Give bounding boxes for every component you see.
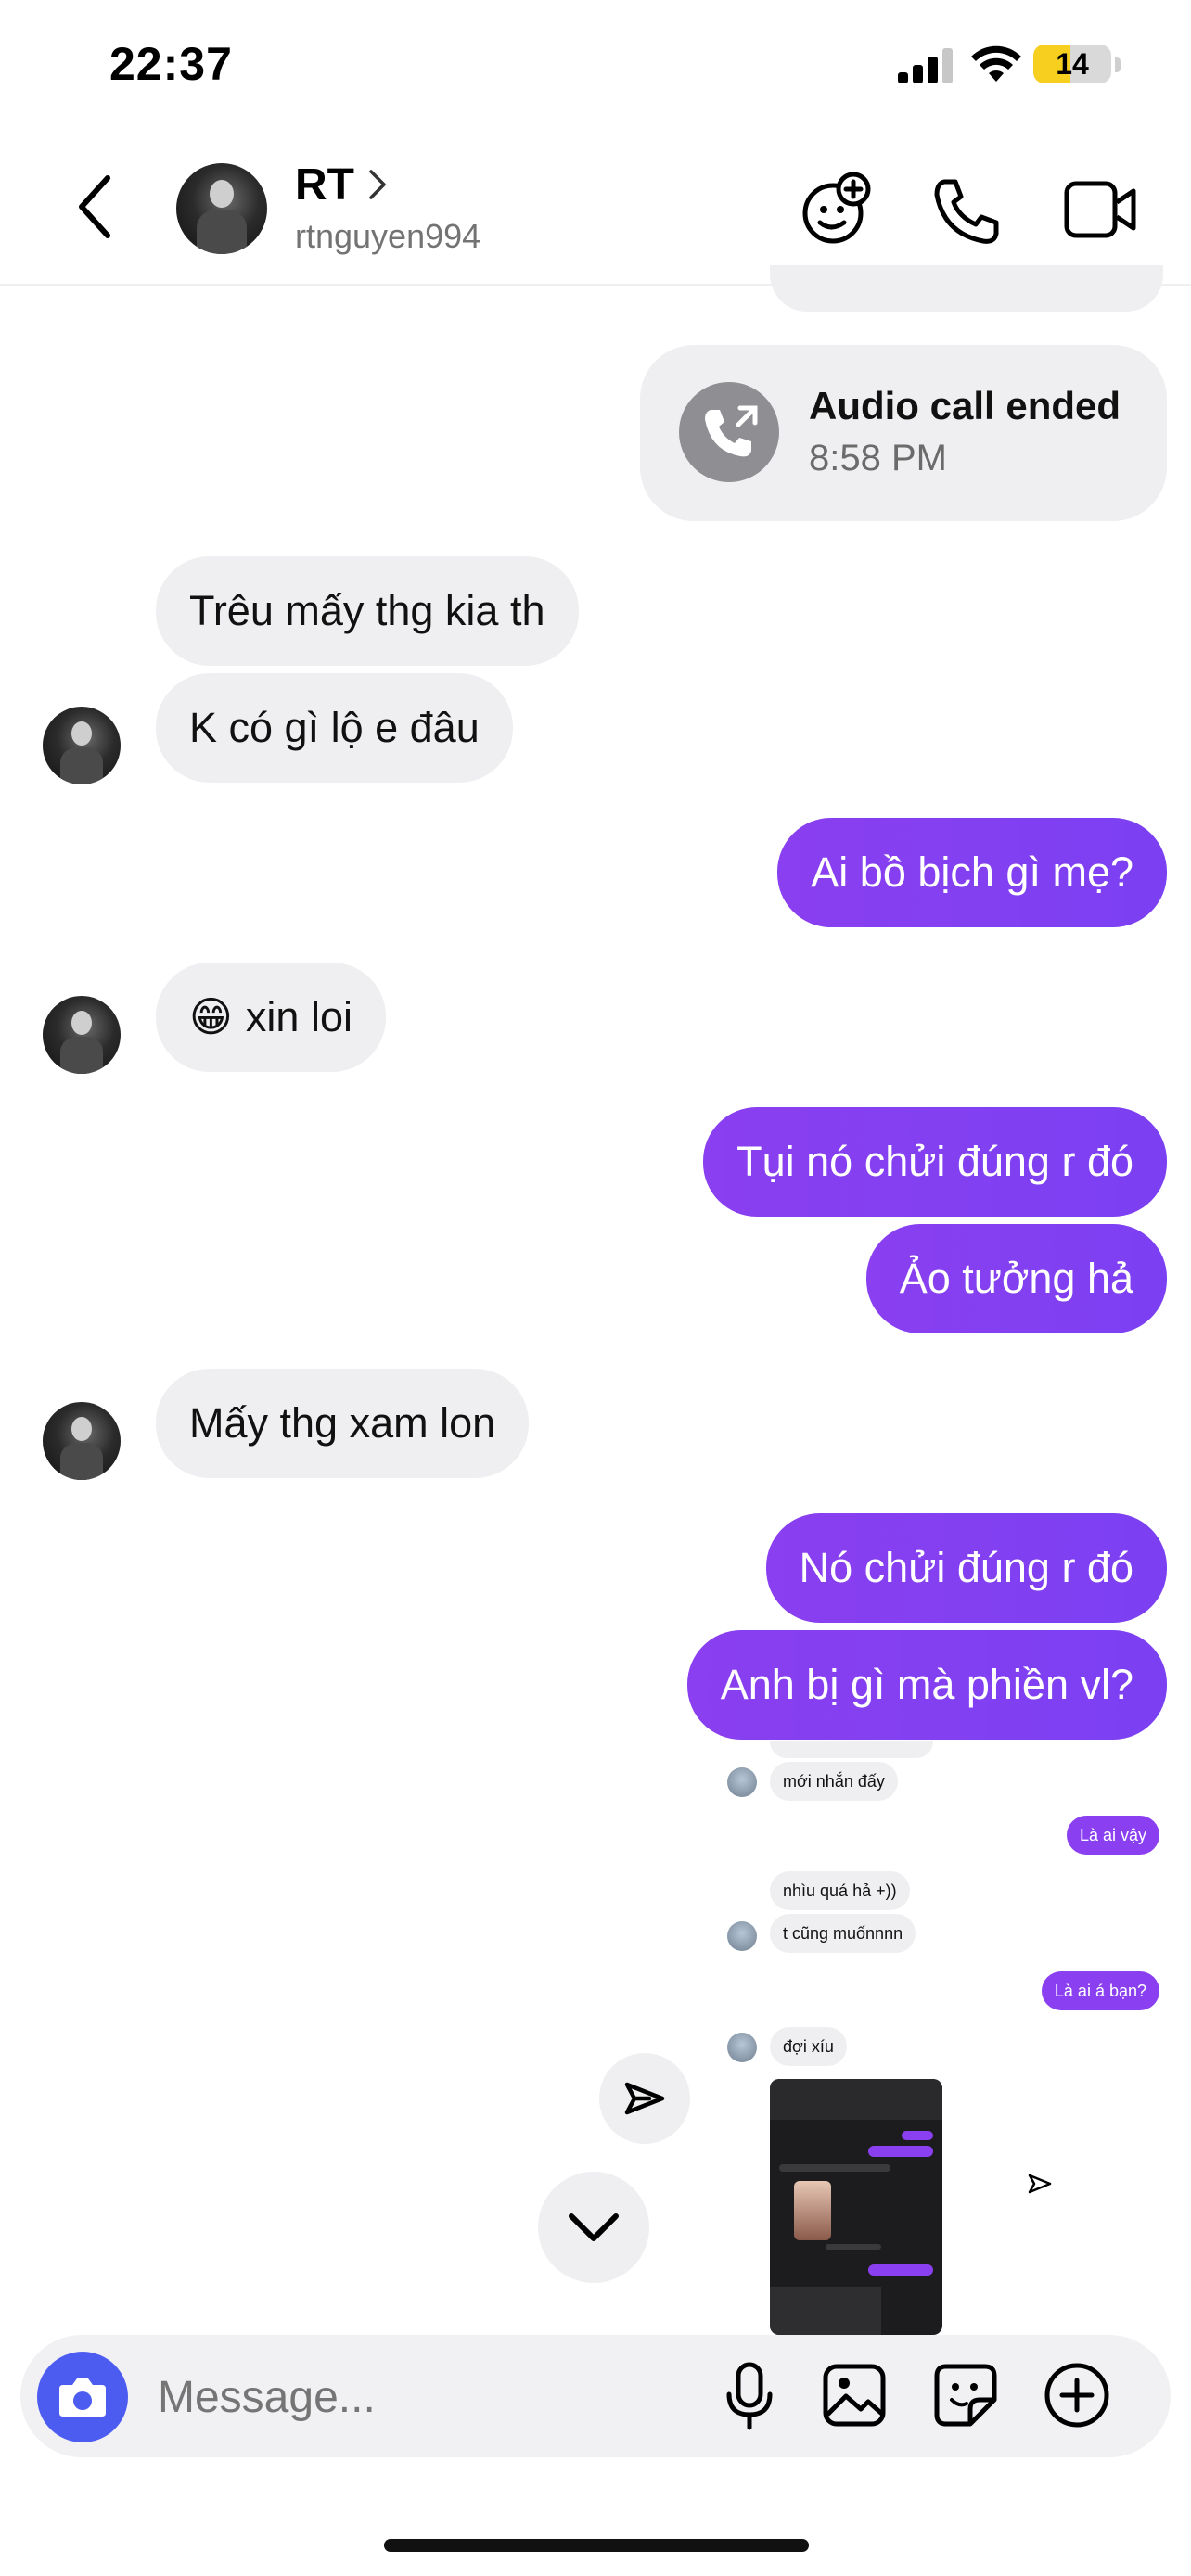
message-bubble-incoming[interactable]: Mấy thg xam lon xyxy=(156,1369,530,1478)
message-bubble-outgoing[interactable]: Nó chửi đúng r đó xyxy=(765,1513,1167,1623)
message-text: Tụi nó chửi đúng r đó xyxy=(736,1138,1133,1185)
phone-icon[interactable] xyxy=(931,176,1002,247)
mini-avatar xyxy=(727,2033,757,2062)
battery-level: 14 xyxy=(1056,47,1089,81)
avatar[interactable] xyxy=(176,163,267,254)
message-text: K có gì lộ e đâu xyxy=(189,704,480,751)
mini-avatar xyxy=(727,1767,757,1797)
message-text: xin loi xyxy=(245,993,352,1040)
camera-button[interactable] xyxy=(37,2352,128,2442)
nested-bubble xyxy=(868,2264,933,2276)
contact-name[interactable]: RT xyxy=(295,159,354,210)
message-bubble-incoming[interactable]: Trêu mấy thg kia th xyxy=(156,556,579,666)
mini-bubble-fragment xyxy=(770,1741,933,1758)
message-text: Trêu mấy thg kia th xyxy=(189,587,545,634)
message-text: Nó chửi đúng r đó xyxy=(799,1544,1133,1591)
plus-circle-icon[interactable] xyxy=(1043,2361,1111,2429)
message-text: Mấy thg xam lon xyxy=(189,1399,496,1447)
message-bubble-incoming[interactable]: K có gì lộ e đâu xyxy=(156,673,513,783)
message-bubble-incoming[interactable]: 😁 xin loi xyxy=(156,963,386,1072)
nested-menu xyxy=(770,2287,881,2335)
nested-bubble xyxy=(902,2131,933,2140)
message-text: Anh bị gì mà phiền vl? xyxy=(720,1661,1133,1708)
call-time: 8:58 PM xyxy=(809,438,947,478)
grin-emoji-icon: 😁 xyxy=(189,993,233,1040)
nested-bubble xyxy=(868,2146,933,2157)
mini-bubble-incoming: đợi xíu xyxy=(770,2027,847,2066)
call-ended-icon xyxy=(679,382,779,482)
microphone-icon[interactable] xyxy=(722,2361,777,2431)
home-indicator xyxy=(384,2539,809,2552)
audio-call-card[interactable]: Audio call ended 8:58 PM xyxy=(640,345,1167,521)
image-icon[interactable] xyxy=(822,2363,887,2428)
mini-bubble-incoming: t cũng muốnnnn xyxy=(770,1914,916,1953)
mini-bubble-incoming: nhìu quá hả +)) xyxy=(770,1871,910,1910)
paper-plane-icon xyxy=(624,2082,665,2115)
signal-icon xyxy=(898,48,953,83)
paper-plane-icon xyxy=(1028,2174,1052,2194)
message-bubble-outgoing[interactable]: Tụi nó chửi đúng r đó xyxy=(703,1107,1167,1217)
battery-icon: 14 xyxy=(1033,45,1111,83)
message-text: Ai bồ bịch gì mẹ? xyxy=(811,848,1133,896)
mini-avatar xyxy=(727,1921,757,1951)
message-bubble-outgoing[interactable]: Anh bị gì mà phiền vl? xyxy=(686,1630,1167,1740)
video-camera-icon[interactable] xyxy=(1063,180,1137,239)
sticker-icon[interactable] xyxy=(933,2363,998,2428)
message-bubble-outgoing[interactable]: Ảo tưởng hả xyxy=(865,1224,1167,1333)
nested-bubble xyxy=(779,2164,890,2172)
mini-bubble-incoming: mới nhắn đấy xyxy=(770,1762,898,1801)
nested-phone-screenshot xyxy=(770,2079,942,2335)
nested-photo xyxy=(794,2181,831,2240)
previous-message-fragment xyxy=(770,265,1163,312)
message-bubble-outgoing[interactable]: Ai bồ bịch gì mẹ? xyxy=(777,818,1167,927)
mini-bubble-outgoing: Là ai vậy xyxy=(1066,1816,1159,1855)
mini-bubble-outgoing: Là ai á bạn? xyxy=(1041,1971,1159,2010)
share-button[interactable] xyxy=(599,2053,690,2144)
face-plus-icon[interactable] xyxy=(798,172,872,247)
contact-username[interactable]: rtnguyen994 xyxy=(295,217,480,256)
message-input[interactable] xyxy=(156,2370,679,2424)
sender-avatar[interactable] xyxy=(43,996,121,1074)
sender-avatar[interactable] xyxy=(43,1402,121,1480)
call-title: Audio call ended xyxy=(809,384,1121,427)
nested-header xyxy=(770,2079,942,2120)
nested-caption xyxy=(826,2244,881,2250)
chevron-down-icon xyxy=(569,2213,619,2241)
message-text: Ảo tưởng hả xyxy=(899,1255,1133,1302)
sender-avatar[interactable] xyxy=(43,707,121,784)
chevron-left-icon[interactable] xyxy=(74,174,115,239)
status-time: 22:37 xyxy=(109,38,233,90)
scroll-to-bottom-button[interactable] xyxy=(538,2172,649,2283)
shared-screenshot-image[interactable]: mới nhắn đấy Là ai vậy nhìu quá hả +)) t… xyxy=(705,1741,1169,2335)
camera-icon xyxy=(59,2378,106,2417)
wifi-icon xyxy=(971,45,1021,82)
chevron-right-icon[interactable] xyxy=(367,169,388,200)
battery-tip xyxy=(1115,57,1121,72)
